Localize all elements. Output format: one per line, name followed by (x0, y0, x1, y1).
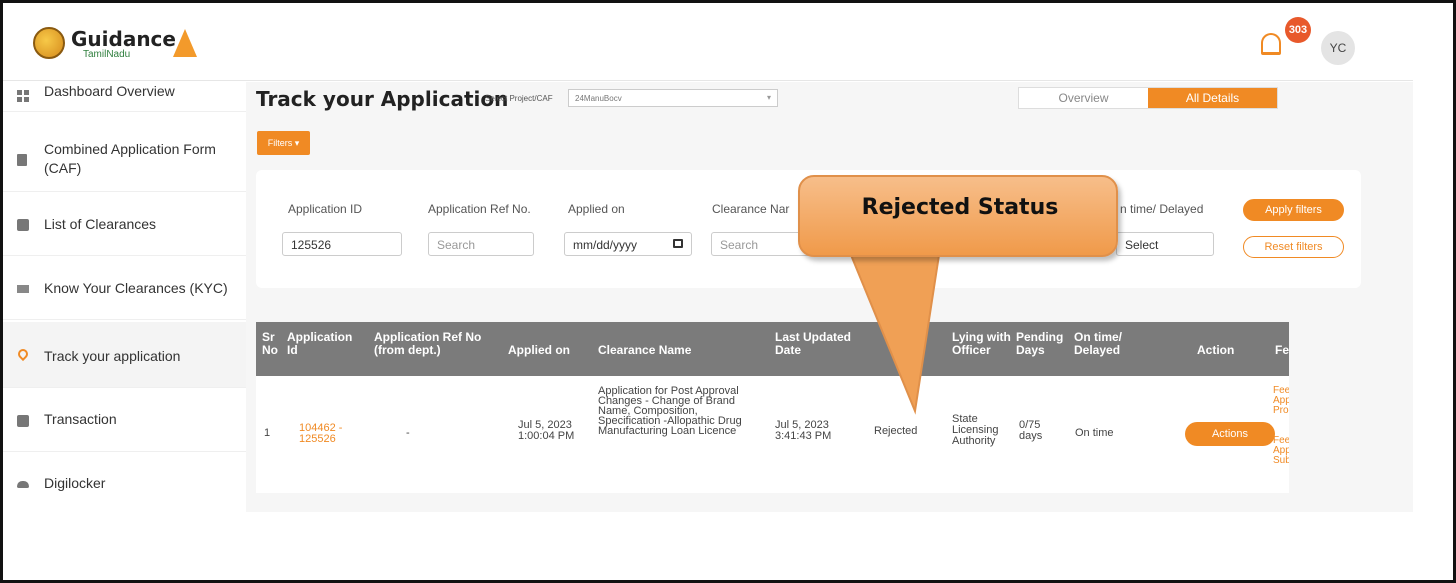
transaction-icon (17, 415, 29, 427)
col-feedback: Feec (1275, 343, 1289, 357)
sidebar-item-transaction[interactable]: Transaction (3, 388, 246, 452)
application-id-input[interactable]: 125526 (282, 232, 402, 256)
grid-icon (17, 90, 29, 102)
user-avatar[interactable]: YC (1321, 31, 1355, 65)
cell-pending-days: 0/75 days (1019, 419, 1043, 442)
guidance-logo[interactable]: Guidance TamilNadu (33, 25, 197, 65)
applications-table: Sr No Application Id Application Ref No … (256, 322, 1289, 493)
sidebar: Dashboard Overview Combined Application … (3, 82, 246, 512)
filters-button[interactable]: Filters ▾ (257, 131, 310, 155)
location-pin-icon (15, 346, 31, 362)
applied-on-date-input[interactable]: mm/dd/yyyy (564, 232, 692, 256)
rejected-status-callout: Rejected Status (798, 175, 1118, 257)
actions-button[interactable]: Actions (1185, 422, 1275, 446)
clearance-name-label: Clearance Nar (712, 202, 790, 216)
sidebar-item-caf[interactable]: Combined Application Form (CAF) (3, 126, 246, 192)
sidebar-item-label: Track your application (44, 348, 181, 364)
list-icon (17, 219, 29, 231)
ontime-delayed-select[interactable]: Select (1116, 232, 1214, 256)
col-officer: Lying with Officer (952, 330, 1011, 357)
col-pending-days: Pending Days (1016, 330, 1064, 357)
cell-ref-no: - (406, 427, 410, 439)
sidebar-item-track[interactable]: Track your application (3, 322, 246, 388)
view-toggle: Overview All Details (1018, 87, 1278, 109)
screen-frame: Guidance TamilNadu 303 YC Dashboard Over… (0, 0, 1456, 583)
cell-status: Rejected (874, 425, 918, 437)
chevron-down-icon: ▾ (766, 93, 771, 102)
project-select-label: Select Project/CAF (485, 94, 553, 103)
sidebar-item-label: Digilocker (44, 475, 106, 491)
ref-no-input[interactable]: Search (428, 232, 534, 256)
cell-clearance-name: Application for Post Approval Changes - … (598, 385, 742, 437)
filters-button-label: Filters (267, 138, 293, 148)
project-select[interactable]: 24ManuBocv ▾ (568, 89, 778, 107)
col-clearance-name: Clearance Name (598, 343, 692, 357)
calendar-icon (673, 239, 683, 248)
ontime-delayed-label: n time/ Delayed (1120, 202, 1204, 216)
top-bar: Guidance TamilNadu 303 YC (3, 3, 1413, 81)
cloud-icon (17, 481, 29, 488)
col-applied-on: Applied on (508, 343, 570, 357)
temple-icon (173, 29, 197, 57)
callout-pointer (849, 254, 941, 415)
callout-arrow (849, 254, 941, 415)
project-select-value: 24ManuBocv (575, 94, 622, 103)
logo-subtitle: TamilNadu (83, 49, 131, 60)
cell-on-time: On time (1075, 427, 1114, 439)
ref-no-label: Application Ref No. (428, 202, 531, 216)
sidebar-item-label: Transaction (44, 411, 117, 427)
col-action: Action (1197, 343, 1235, 357)
apply-filters-button[interactable]: Apply filters (1243, 199, 1344, 221)
sidebar-item-label: Know Your Clearances (KYC) (44, 280, 228, 296)
sidebar-item-kyc[interactable]: Know Your Clearances (KYC) (3, 256, 246, 320)
logo-title: Guidance (71, 27, 176, 51)
sidebar-item-dashboard[interactable]: Dashboard Overview (3, 82, 246, 112)
cell-last-updated: Jul 5, 2023 3:41:43 PM (775, 419, 832, 442)
application-id-label: Application ID (288, 202, 363, 216)
tab-overview[interactable]: Overview (1019, 88, 1148, 108)
table-header: Sr No Application Id Application Ref No … (256, 322, 1289, 376)
notification-badge: 303 (1285, 17, 1311, 43)
col-application-id: Application Id (287, 330, 353, 357)
reset-filters-button[interactable]: Reset filters (1243, 236, 1344, 258)
sidebar-item-label: Dashboard Overview (44, 83, 175, 99)
cell-sr-no: 1 (264, 427, 271, 439)
callout-text: Rejected Status (861, 195, 1059, 220)
cell-officer: State Licensing Authority (952, 413, 999, 447)
sidebar-item-label: Combined Application Form (CAF) (44, 141, 216, 176)
document-icon (17, 154, 27, 166)
page-title: Track your Application (256, 87, 509, 111)
tab-all-details[interactable]: All Details (1148, 88, 1277, 108)
cell-applied-on: Jul 5, 2023 1:00:04 PM (518, 419, 575, 442)
sidebar-item-digilocker[interactable]: Digilocker (3, 452, 246, 512)
feedback-link-submit[interactable]: Feed Appli Subn (1273, 436, 1289, 466)
feedback-link-process[interactable]: Feed Appli Proce (1273, 386, 1289, 416)
sidebar-item-clearances[interactable]: List of Clearances (3, 192, 246, 256)
sidebar-item-label: List of Clearances (44, 216, 157, 232)
date-placeholder: mm/dd/yyyy (573, 238, 638, 252)
cell-application-id-link[interactable]: 104462 - 125526 (299, 423, 355, 445)
book-icon (17, 285, 29, 293)
col-sr-no: Sr No (262, 330, 278, 357)
col-on-time: On time/ Delayed (1074, 330, 1123, 357)
emblem-icon (33, 27, 65, 59)
col-ref-no: Application Ref No (from dept.) (374, 330, 482, 357)
applied-on-label: Applied on (568, 202, 625, 216)
bell-icon[interactable] (1261, 33, 1281, 55)
